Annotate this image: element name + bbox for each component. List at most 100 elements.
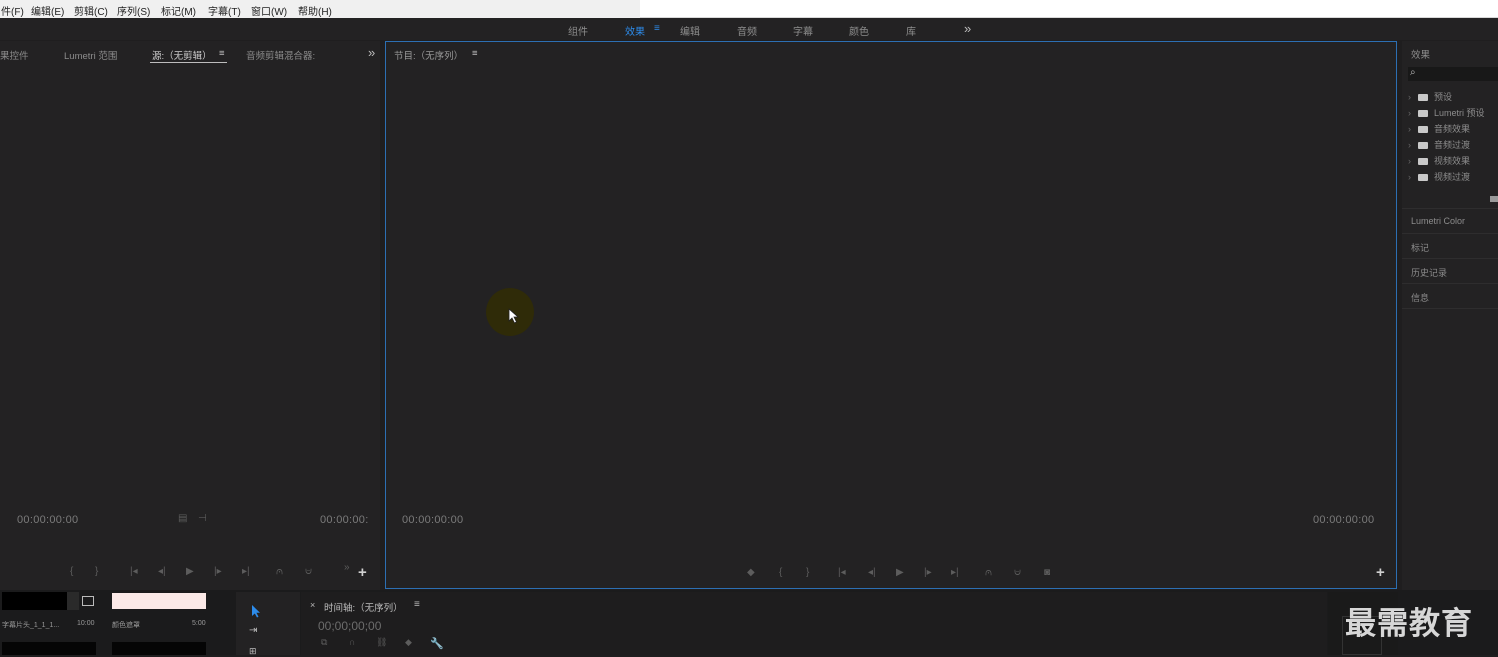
step-forward-icon[interactable]: |▸ <box>214 566 222 577</box>
panel-lumetri-color[interactable]: Lumetri Color <box>1402 208 1498 233</box>
chevron-right-icon[interactable]: › <box>1408 140 1418 150</box>
program-menu-icon[interactable]: ≡ <box>472 48 478 59</box>
effects-item-label: 视频过渡 <box>1434 172 1471 182</box>
menu-marker[interactable]: 标记(M) <box>161 3 196 18</box>
lift-icon[interactable]: ⩀ <box>985 567 992 578</box>
insert-icon[interactable]: ⩀ <box>276 566 283 577</box>
linked-selection-icon[interactable]: ⛓ <box>376 637 387 648</box>
program-timecode-current[interactable]: 00:00:00:00 <box>402 514 463 526</box>
source-timecode-current[interactable]: 00:00:00:00 <box>17 514 78 526</box>
menu-clip[interactable]: 剪辑(C) <box>74 3 108 18</box>
workspace-tab-libraries[interactable]: 库 <box>906 23 916 38</box>
source-button-editor-icon[interactable]: + <box>358 564 367 581</box>
effects-item-lumetri-presets[interactable]: › Lumetri 预设 <box>1408 106 1485 120</box>
program-play-icon[interactable]: ▶ <box>896 567 904 578</box>
track-select-tool-icon[interactable]: ⇥ <box>249 625 257 636</box>
program-go-to-out-icon[interactable]: ▸| <box>951 567 959 578</box>
source-fit-icon[interactable]: ▤ <box>178 513 187 524</box>
effects-item-label: 视频效果 <box>1434 156 1471 166</box>
menu-sequence[interactable]: 序列(S) <box>117 3 150 18</box>
source-more-buttons-icon[interactable]: » <box>344 562 350 573</box>
program-button-editor-icon[interactable]: + <box>1376 564 1385 581</box>
wrench-icon[interactable]: 🔧 <box>430 637 444 650</box>
timeline-menu-icon[interactable]: ≡ <box>414 599 420 610</box>
section-label: 信息 <box>1411 293 1430 303</box>
workspace-tab-assembly[interactable]: 组件 <box>568 23 588 38</box>
effects-item-label: Lumetri 预设 <box>1434 108 1485 118</box>
menu-title[interactable]: 字幕(T) <box>208 3 241 18</box>
timeline-close-icon[interactable]: × <box>310 600 315 610</box>
bin-item-thumbnail[interactable] <box>112 642 206 655</box>
selection-tool-icon[interactable] <box>251 604 261 618</box>
chevron-right-icon[interactable]: › <box>1408 108 1418 118</box>
source-resolution-icon[interactable]: ⊣ <box>198 513 207 524</box>
chevron-right-icon[interactable]: › <box>1408 156 1418 166</box>
step-back-icon[interactable]: ◂| <box>158 566 166 577</box>
mark-in-icon[interactable]: { <box>70 566 73 577</box>
panel-info[interactable]: 信息 <box>1402 283 1498 309</box>
workspace-tab-effects[interactable]: 效果 <box>625 23 645 38</box>
export-frame-icon[interactable]: ◙ <box>1044 567 1050 578</box>
ripple-edit-tool-icon[interactable]: ⊞ <box>249 646 257 657</box>
folder-icon <box>1418 142 1428 150</box>
menu-window[interactable]: 窗口(W) <box>251 3 287 18</box>
add-marker-icon[interactable]: ◆ <box>747 567 755 578</box>
workspace-tab-editing[interactable]: 编辑 <box>680 23 700 38</box>
effects-item-audio-effects[interactable]: › 音频效果 <box>1408 122 1470 136</box>
snap-icon[interactable]: ∩ <box>349 637 355 647</box>
effects-item-audio-transitions[interactable]: › 音频过渡 <box>1408 138 1470 152</box>
tab-audio-clip-mixer[interactable]: 音频剪辑混合器: <box>246 48 315 62</box>
workspace-tab-titles[interactable]: 字幕 <box>793 23 813 38</box>
timeline-timecode[interactable]: 00;00;00;00 <box>318 619 381 633</box>
effects-search-input[interactable]: ⌕ <box>1408 67 1498 81</box>
folder-icon <box>1418 158 1428 166</box>
new-bin-icon[interactable] <box>1490 196 1498 202</box>
panel-markers[interactable]: 标记 <box>1402 233 1498 258</box>
program-mark-in-icon[interactable]: { <box>779 567 782 578</box>
chevron-right-icon[interactable]: › <box>1408 124 1418 134</box>
menu-file[interactable]: 件(F) <box>1 3 24 18</box>
workspace-tab-color[interactable]: 颜色 <box>849 23 869 38</box>
menu-edit[interactable]: 编辑(E) <box>31 3 64 18</box>
bin-item-thumbnail[interactable] <box>112 593 206 609</box>
tab-source[interactable]: 源:（无剪辑） <box>152 48 212 62</box>
mouse-cursor-icon <box>508 308 520 324</box>
tools-panel: ⇥ ⊞ <box>236 592 300 657</box>
tab-effect-controls[interactable]: 果控件 <box>0 48 29 62</box>
extract-icon[interactable]: ⩁ <box>1014 567 1021 578</box>
bin-item-badge <box>67 592 79 610</box>
timeline-title[interactable]: 时间轴:（无序列） <box>324 600 403 614</box>
program-go-to-in-icon[interactable]: |◂ <box>838 567 846 578</box>
effects-item-presets[interactable]: › 预设 <box>1408 90 1452 104</box>
add-marker-icon[interactable]: ◆ <box>405 637 412 648</box>
tab-lumetri-scopes[interactable]: Lumetri 范围 <box>64 48 117 62</box>
menu-help[interactable]: 帮助(H) <box>298 3 332 18</box>
bin-item-name[interactable]: 字幕片头_1_1_1... <box>2 620 59 630</box>
program-step-back-icon[interactable]: ◂| <box>868 567 876 578</box>
bin-item-duration: 5:00 <box>192 620 206 627</box>
effects-item-video-transitions[interactable]: › 视频过渡 <box>1408 170 1470 184</box>
program-mark-out-icon[interactable]: } <box>806 567 809 578</box>
source-monitor-panel: 果控件 Lumetri 范围 源:（无剪辑） ≡ 音频剪辑混合器: » 00:0… <box>0 41 380 590</box>
bin-item-name[interactable]: 颜色遮罩 <box>112 620 140 630</box>
go-to-in-icon[interactable]: |◂ <box>130 566 138 577</box>
mark-out-icon[interactable]: } <box>95 566 98 577</box>
chevron-right-icon[interactable]: › <box>1408 172 1418 182</box>
bin-item-thumbnail[interactable] <box>2 642 96 655</box>
source-tab-menu-icon[interactable]: ≡ <box>219 48 225 59</box>
program-step-forward-icon[interactable]: |▸ <box>924 567 932 578</box>
play-icon[interactable]: ▶ <box>186 566 194 577</box>
workspace-more-icon[interactable]: » <box>964 21 971 36</box>
workspace-tab-audio[interactable]: 音频 <box>737 23 757 38</box>
effects-item-video-effects[interactable]: › 视频效果 <box>1408 154 1470 168</box>
program-title[interactable]: 节目:（无序列） <box>394 48 463 62</box>
go-to-out-icon[interactable]: ▸| <box>242 566 250 577</box>
section-label: Lumetri Color <box>1411 216 1466 226</box>
chevron-right-icon[interactable]: › <box>1408 92 1418 102</box>
source-more-icon[interactable]: » <box>368 45 375 60</box>
effects-panel-title[interactable]: 效果 <box>1411 47 1430 61</box>
workspace-menu-icon[interactable]: ≡ <box>654 23 660 34</box>
nest-icon[interactable]: ⧉ <box>321 637 327 648</box>
overwrite-icon[interactable]: ⩁ <box>305 566 312 577</box>
panel-history[interactable]: 历史记录 <box>1402 258 1498 283</box>
